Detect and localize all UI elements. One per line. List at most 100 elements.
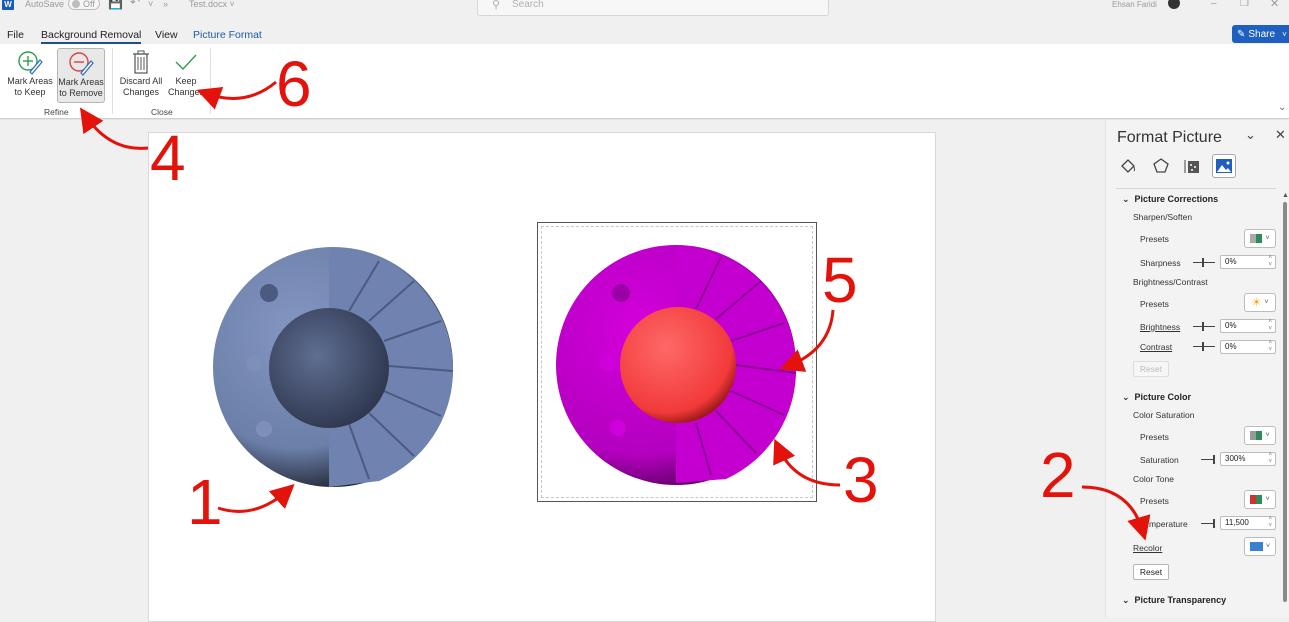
collapse-ribbon-icon[interactable]: ⌄ xyxy=(1278,102,1286,113)
temperature-input[interactable]: 11,500 ˄ ˅ xyxy=(1220,516,1276,530)
hole xyxy=(612,284,630,302)
saturation-value: 300% xyxy=(1225,454,1246,463)
button-label-line1: Mark Areas xyxy=(7,76,53,86)
sharpen-presets-dropdown[interactable]: ˅ xyxy=(1244,229,1276,248)
picture-tab[interactable] xyxy=(1212,154,1236,178)
pane-scrollbar[interactable]: ▲ xyxy=(1282,190,1289,617)
user-name[interactable]: Ehsan Faridi xyxy=(1112,0,1157,10)
sharpness-value: 0% xyxy=(1225,257,1237,266)
tab-background-removal[interactable]: Background Removal xyxy=(41,29,142,44)
hole xyxy=(246,355,262,371)
contrast-label: Contrast xyxy=(1140,342,1173,352)
slider-thumb[interactable] xyxy=(1202,322,1204,331)
share-dropdown-icon[interactable]: ˅ xyxy=(1282,30,1287,39)
group-separator xyxy=(112,48,113,114)
hole xyxy=(600,355,616,371)
toggle-knob xyxy=(72,0,80,8)
tab-file[interactable]: File xyxy=(7,29,24,41)
scroll-up-icon[interactable]: ▲ xyxy=(1282,192,1289,199)
temperature-slider[interactable] xyxy=(1201,519,1215,528)
corrections-reset-button[interactable]: Reset xyxy=(1133,361,1169,377)
contrast-slider[interactable] xyxy=(1193,342,1215,351)
document-name[interactable]: Test.docx ˅ xyxy=(189,0,235,10)
fill-line-tab[interactable] xyxy=(1116,154,1140,178)
saturation-input[interactable]: 300% ˄ ˅ xyxy=(1220,452,1276,466)
temperature-label: Temperature xyxy=(1140,519,1188,529)
section-picture-corrections[interactable]: ⌄ Picture Corrections xyxy=(1122,194,1218,205)
mark-areas-to-keep-button[interactable]: Mark Areas to Keep xyxy=(6,48,54,103)
section-title: Picture Corrections xyxy=(1134,194,1219,204)
tone-presets-dropdown[interactable]: ˅ xyxy=(1244,490,1276,509)
brightness-input[interactable]: 0% ˄ ˅ xyxy=(1220,319,1276,333)
effects-tab[interactable] xyxy=(1149,154,1173,178)
undo-dropdown-icon[interactable]: ˅ xyxy=(148,0,153,10)
saturation-presets-dropdown[interactable]: ˅ xyxy=(1244,426,1276,445)
recolor-dropdown[interactable]: ˅ xyxy=(1244,537,1276,556)
restore-icon[interactable]: ❐ xyxy=(1240,0,1249,9)
annotation-number-3: 3 xyxy=(843,444,879,516)
sharpness-input[interactable]: 0% ˄ ˅ xyxy=(1220,255,1276,269)
minimize-icon[interactable]: – xyxy=(1211,0,1217,9)
chevron-down-icon: ˅ xyxy=(1264,299,1269,306)
tab-view[interactable]: View xyxy=(155,29,178,41)
section-title: Picture Color xyxy=(1134,392,1192,402)
slider-thumb[interactable] xyxy=(1213,519,1215,528)
saturation-slider[interactable] xyxy=(1201,455,1215,464)
tone-presets-label: Presets xyxy=(1140,496,1169,506)
close-window-icon[interactable]: ✕ xyxy=(1270,0,1279,10)
size-properties-icon xyxy=(1184,160,1199,173)
autosave-toggle[interactable]: Off xyxy=(68,0,100,10)
document-page[interactable] xyxy=(148,132,936,622)
pane-title: Format Picture xyxy=(1117,129,1222,146)
recolored-picture[interactable] xyxy=(556,243,801,488)
brightness-label: Brightness xyxy=(1140,322,1181,332)
size-properties-tab[interactable] xyxy=(1180,154,1204,178)
keep-changes-button[interactable]: Keep Changes xyxy=(162,48,210,103)
mark-areas-to-remove-button[interactable]: Mark Areas to Remove xyxy=(57,48,105,103)
spin-arrows-icon[interactable]: ˄ ˅ xyxy=(1268,319,1272,333)
share-button[interactable]: ✎ Share ˅ xyxy=(1232,25,1289,43)
original-picture[interactable] xyxy=(209,241,459,501)
button-label-line2: Changes xyxy=(122,87,160,97)
bc-presets-dropdown[interactable]: ☀ ˅ xyxy=(1244,293,1276,312)
search-box[interactable]: ⚲ Search xyxy=(477,0,829,16)
slider-thumb[interactable] xyxy=(1202,342,1204,351)
spin-arrows-icon[interactable]: ˄ ˅ xyxy=(1268,255,1272,269)
more-commands-icon[interactable]: » xyxy=(163,0,168,10)
scroll-thumb[interactable] xyxy=(1283,202,1287,602)
recolor-thumbnail-icon xyxy=(1249,542,1263,551)
close-pane-icon[interactable]: ✕ xyxy=(1275,127,1286,143)
brightness-slider[interactable] xyxy=(1193,322,1215,331)
color-tone-label: Color Tone xyxy=(1133,474,1174,484)
save-icon[interactable]: 💾 xyxy=(108,0,123,10)
sharpen-presets-label: Presets xyxy=(1140,234,1169,244)
annotation-number-6: 6 xyxy=(276,48,312,120)
autosave-label: AutoSave xyxy=(25,0,65,9)
slider-thumb[interactable] xyxy=(1213,455,1215,464)
brightness-contrast-label: Brightness/Contrast xyxy=(1133,277,1208,287)
pane-options-chevron-icon[interactable]: ⌄ xyxy=(1245,127,1256,143)
sharpness-slider[interactable] xyxy=(1193,258,1215,267)
slider-thumb[interactable] xyxy=(1202,258,1204,267)
color-reset-button[interactable]: Reset xyxy=(1133,564,1169,580)
spin-arrows-icon[interactable]: ˄ ˅ xyxy=(1268,340,1272,354)
contrast-input[interactable]: 0% ˄ ˅ xyxy=(1220,340,1276,354)
undo-icon[interactable]: ↶ xyxy=(130,0,140,9)
mark-remove-icon xyxy=(69,52,94,76)
section-picture-transparency[interactable]: ⌄ Picture Transparency xyxy=(1122,595,1226,606)
spin-arrows-icon[interactable]: ˄ ˅ xyxy=(1268,516,1272,530)
hole xyxy=(256,421,272,437)
bc-presets-label: Presets xyxy=(1140,299,1169,309)
spin-arrows-icon[interactable]: ˄ ˅ xyxy=(1268,452,1272,466)
title-bar: W AutoSave Off 💾 ↶ ˅ » Test.docx ˅ ⚲ Sear… xyxy=(0,0,1289,20)
tab-picture-format[interactable]: Picture Format xyxy=(193,29,262,41)
word-icon: W xyxy=(2,0,14,10)
chevron-down-icon: ˅ xyxy=(1265,496,1270,503)
user-avatar[interactable] xyxy=(1168,0,1180,9)
discard-all-changes-button[interactable]: Discard All Changes xyxy=(117,48,165,103)
button-label-line1: Discard All xyxy=(119,76,163,86)
fill-line-icon xyxy=(1121,159,1135,173)
recolor-label: Recolor xyxy=(1133,543,1163,553)
selected-picture-frame[interactable] xyxy=(537,222,817,502)
section-picture-color[interactable]: ⌄ Picture Color xyxy=(1122,392,1191,403)
